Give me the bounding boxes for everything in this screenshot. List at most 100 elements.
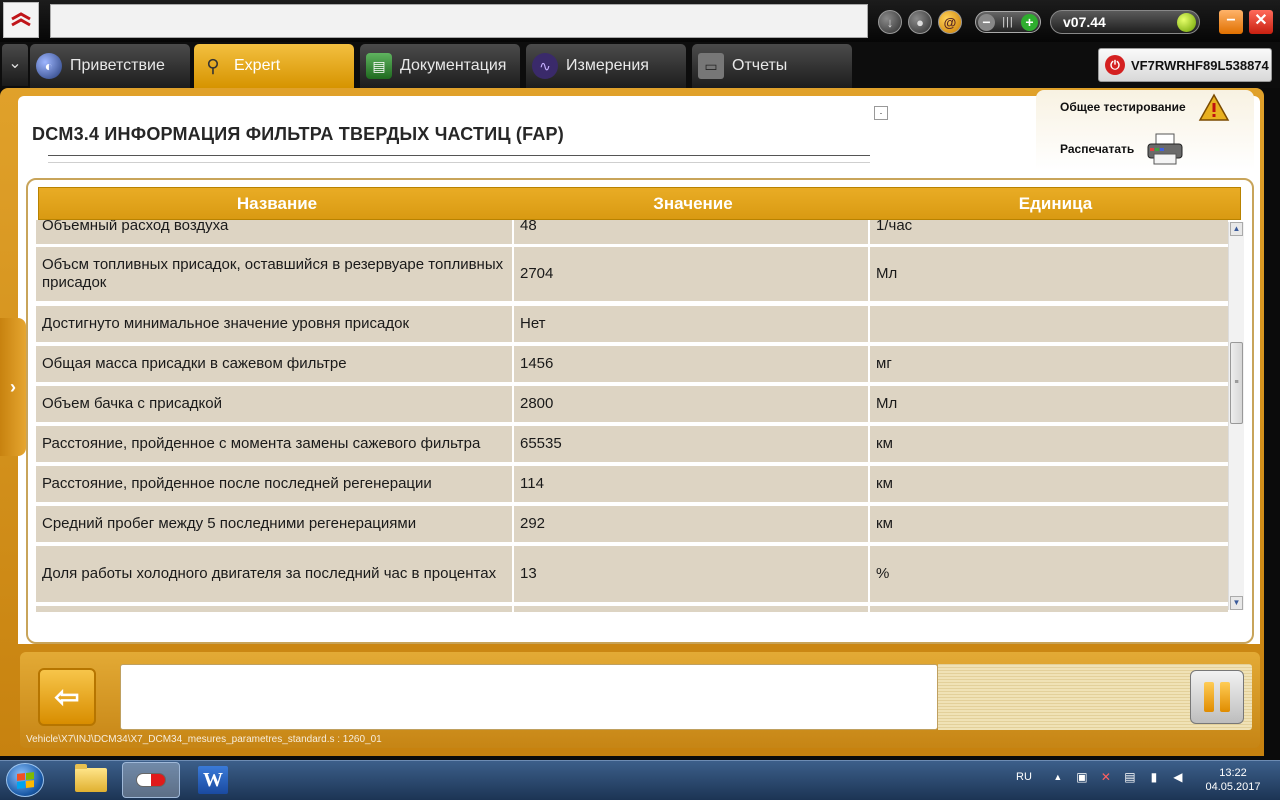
table-row[interactable]: Доля работы холодного двигателя за после… bbox=[36, 546, 1228, 602]
table-row[interactable]: Расстояние, пройденное с момента замены … bbox=[36, 426, 1228, 462]
cell-unit bbox=[870, 606, 1228, 612]
minimize-button[interactable]: − bbox=[1219, 10, 1243, 34]
printer-icon bbox=[1147, 133, 1183, 165]
title-divider-light bbox=[48, 162, 870, 163]
tab-measurements[interactable]: ∿ Измерения bbox=[526, 44, 686, 88]
table-scrollbar[interactable]: ▲ ≡ ▼ bbox=[1228, 222, 1244, 610]
side-panel-expand-handle[interactable]: › bbox=[0, 318, 26, 456]
zoom-control[interactable]: − ||| + bbox=[975, 11, 1041, 33]
cell-unit: км bbox=[876, 435, 893, 452]
tab-expert[interactable]: ⚲ Expert bbox=[194, 44, 354, 88]
magnifier-icon: ⚲ bbox=[206, 55, 220, 76]
tab-label: Expert bbox=[234, 57, 281, 74]
download-icon[interactable]: ↓ bbox=[878, 10, 902, 34]
cell-name: Объсм топливных присадок, оставшийся в р… bbox=[36, 247, 514, 301]
globe-icon: ◐ bbox=[36, 53, 62, 79]
tab-documentation[interactable]: ▤ Документация bbox=[360, 44, 520, 88]
table-body[interactable]: Объемный расход воздуха 48 1/час Объсм т… bbox=[36, 220, 1228, 612]
scroll-down-icon[interactable]: ▼ bbox=[1230, 596, 1243, 610]
cell-unit: 1/час bbox=[876, 220, 913, 234]
page-title: DCM3.4 ИНФОРМАЦИЯ ФИЛЬТРА ТВЕРДЫХ ЧАСТИЦ… bbox=[32, 124, 564, 144]
citroen-chevron-icon bbox=[11, 12, 31, 27]
print-label: Распечатать bbox=[1060, 142, 1135, 156]
cell-value: 292 bbox=[514, 506, 870, 542]
zoom-level-bars: ||| bbox=[1002, 16, 1014, 28]
cell-value bbox=[514, 606, 870, 612]
vin-button[interactable]: ⏻ VF7RWRHF89L538874 bbox=[1098, 48, 1272, 82]
speaker-icon[interactable]: ◀ bbox=[1170, 770, 1186, 784]
vin-label: VF7RWRHF89L538874 bbox=[1131, 57, 1269, 73]
clock[interactable]: 13:22 04.05.2017 bbox=[1198, 766, 1268, 794]
show-hidden-icons-icon[interactable]: ▲ bbox=[1050, 770, 1066, 784]
cell-name: Расстояние, пройденное с момента замены … bbox=[36, 426, 514, 462]
diagbox-app-icon bbox=[136, 773, 166, 787]
close-button[interactable]: ✕ bbox=[1249, 10, 1273, 34]
column-header-value: Значение bbox=[653, 193, 733, 213]
table-row[interactable]: Общая масса присадки в сажевом фильтре 1… bbox=[36, 346, 1228, 382]
cell-name: Доля работы холодного двигателя за после… bbox=[36, 546, 514, 602]
waveform-icon: ∿ bbox=[532, 53, 558, 79]
title-divider bbox=[48, 155, 870, 156]
system-tray: RU ▲ ▣ ✕ ▤ ▮ ◀ bbox=[1016, 770, 1186, 784]
cell-unit: км bbox=[876, 475, 893, 492]
table-row[interactable]: Расстояние, пройденное после последней р… bbox=[36, 466, 1228, 502]
tab-bar: ⌄ ◐ Приветствие ⚲ Expert ▤ Документация … bbox=[0, 42, 1280, 88]
citroen-logo bbox=[3, 2, 39, 38]
cell-unit: % bbox=[876, 565, 890, 582]
monitor-icon[interactable]: ▣ bbox=[1074, 770, 1090, 784]
email-icon[interactable]: @ bbox=[938, 10, 962, 34]
cell-value: Нет bbox=[514, 306, 870, 342]
tab-label: Приветствие bbox=[70, 57, 165, 74]
document-icon: ▭ bbox=[698, 53, 724, 79]
cell-name: Достигнуто минимальное значение уровня п… bbox=[36, 306, 514, 342]
clock-date: 04.05.2017 bbox=[1205, 781, 1261, 793]
cell-unit: мг bbox=[876, 355, 892, 372]
general-test-button[interactable]: Общее тестирование bbox=[1060, 92, 1232, 122]
power-icon: ⏻ bbox=[1105, 55, 1125, 75]
tab-welcome[interactable]: ◐ Приветствие bbox=[30, 44, 190, 88]
table-row[interactable]: Объемный расход воздуха 48 1/час bbox=[36, 220, 1228, 244]
print-button[interactable]: Распечатать bbox=[1060, 132, 1186, 166]
cell-name: Общая масса присадки в сажевом фильтре bbox=[36, 346, 514, 382]
general-test-label: Общее тестирование bbox=[1060, 100, 1186, 114]
folder-icon bbox=[75, 764, 107, 792]
clock-time: 13:22 bbox=[1219, 767, 1247, 779]
cell-unit bbox=[870, 306, 1228, 342]
language-indicator[interactable]: RU bbox=[1016, 771, 1032, 783]
table-row[interactable]: Объсм топливных присадок, оставшийся в р… bbox=[36, 247, 1228, 301]
network-error-icon[interactable]: ✕ bbox=[1098, 770, 1114, 784]
address-bar[interactable] bbox=[50, 4, 868, 38]
table-header: Название Значение Единица bbox=[38, 187, 1241, 220]
cell-value: 114 bbox=[514, 466, 870, 502]
taskbar-diagbox[interactable] bbox=[122, 762, 180, 798]
signal-bars-icon[interactable]: ▮ bbox=[1146, 770, 1162, 784]
cell-value: 65535 bbox=[514, 426, 870, 462]
pause-button[interactable] bbox=[1190, 670, 1244, 724]
version-label: v07.44 bbox=[1063, 14, 1106, 30]
arrow-left-icon: ⇦ bbox=[54, 680, 80, 714]
cell-name: Расстояние, пройденное после последней р… bbox=[36, 466, 514, 502]
table-row[interactable]: Средний пробег между 5 последними регене… bbox=[36, 506, 1228, 542]
clipboard-icon[interactable]: ▤ bbox=[1122, 770, 1138, 784]
zoom-in-icon[interactable]: + bbox=[1020, 13, 1038, 31]
status-led-icon bbox=[1177, 13, 1196, 32]
table-row[interactable] bbox=[36, 606, 1228, 612]
zoom-out-icon[interactable]: − bbox=[978, 13, 995, 31]
cell-value: 2704 bbox=[514, 247, 870, 301]
scrollbar-thumb[interactable]: ≡ bbox=[1230, 342, 1243, 424]
tab-menu-chevron-icon[interactable]: ⌄ bbox=[2, 44, 28, 86]
pause-bar-icon bbox=[1204, 682, 1214, 712]
word-icon: W bbox=[198, 766, 228, 794]
small-checkbox[interactable]: · bbox=[874, 106, 888, 120]
taskbar-word[interactable]: W bbox=[184, 762, 242, 798]
taskbar-explorer[interactable] bbox=[62, 762, 120, 798]
table-row[interactable]: Достигнуто минимальное значение уровня п… bbox=[36, 306, 1228, 342]
start-button[interactable] bbox=[6, 763, 44, 797]
person-icon[interactable]: ● bbox=[908, 10, 932, 34]
back-button[interactable]: ⇦ bbox=[38, 668, 96, 726]
scroll-up-icon[interactable]: ▲ bbox=[1230, 222, 1243, 236]
tab-reports[interactable]: ▭ Отчеты bbox=[692, 44, 852, 88]
script-path: Vehicle\X7\INJ\DCM34\X7_DCM34_mesures_pa… bbox=[26, 734, 382, 745]
diagbox-window: ↓ ● @ − ||| + v07.44 − ✕ ⌄ ◐ Приветствие… bbox=[0, 0, 1280, 800]
table-row[interactable]: Объем бачка с присадкой 2800 Мл bbox=[36, 386, 1228, 422]
